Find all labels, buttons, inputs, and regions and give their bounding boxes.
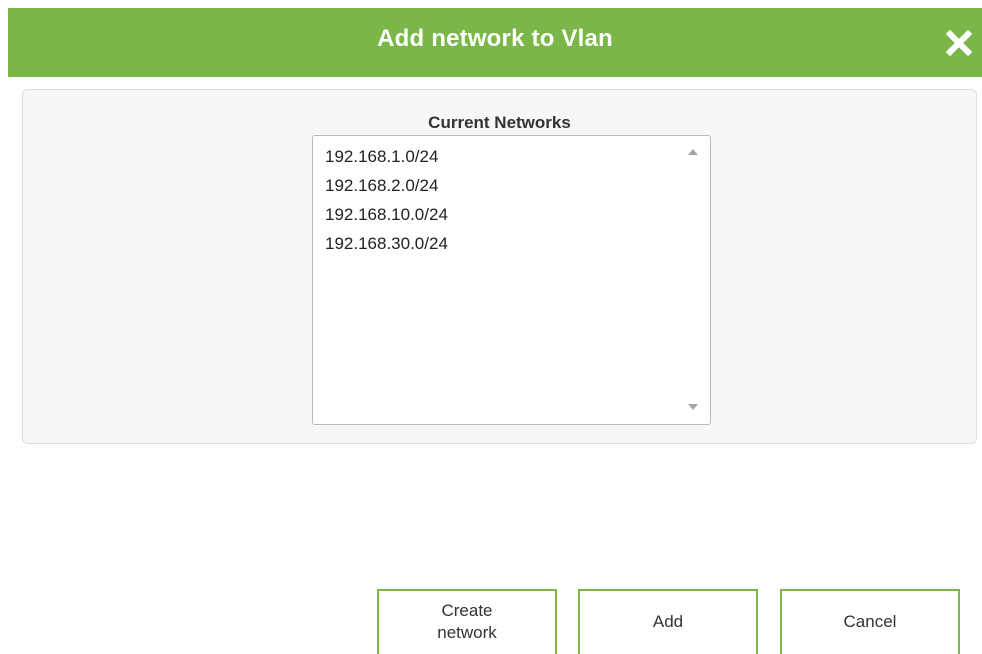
add-network-dialog: Add network to Vlan Current Networks 192… — [0, 0, 982, 654]
dialog-title: Add network to Vlan — [377, 25, 613, 52]
network-list-item[interactable]: 192.168.10.0/24 — [325, 200, 710, 229]
current-networks-label: Current Networks — [428, 113, 571, 132]
network-list-item[interactable]: 192.168.1.0/24 — [325, 142, 710, 171]
dialog-titlebar: Add network to Vlan — [8, 8, 982, 77]
scroll-down-arrow-icon[interactable] — [688, 404, 698, 410]
current-networks-list[interactable]: 192.168.1.0/24 192.168.2.0/24 192.168.10… — [312, 135, 711, 425]
network-list-item[interactable]: 192.168.2.0/24 — [325, 171, 710, 200]
network-list-item[interactable]: 192.168.30.0/24 — [325, 229, 710, 258]
scroll-up-arrow-icon[interactable] — [688, 149, 698, 155]
networks-panel: Current Networks 192.168.1.0/24 192.168.… — [22, 89, 977, 444]
cancel-button[interactable]: Cancel — [780, 589, 960, 654]
create-network-button[interactable]: Create network — [377, 589, 557, 654]
add-button[interactable]: Add — [578, 589, 758, 654]
close-icon[interactable] — [946, 30, 972, 56]
